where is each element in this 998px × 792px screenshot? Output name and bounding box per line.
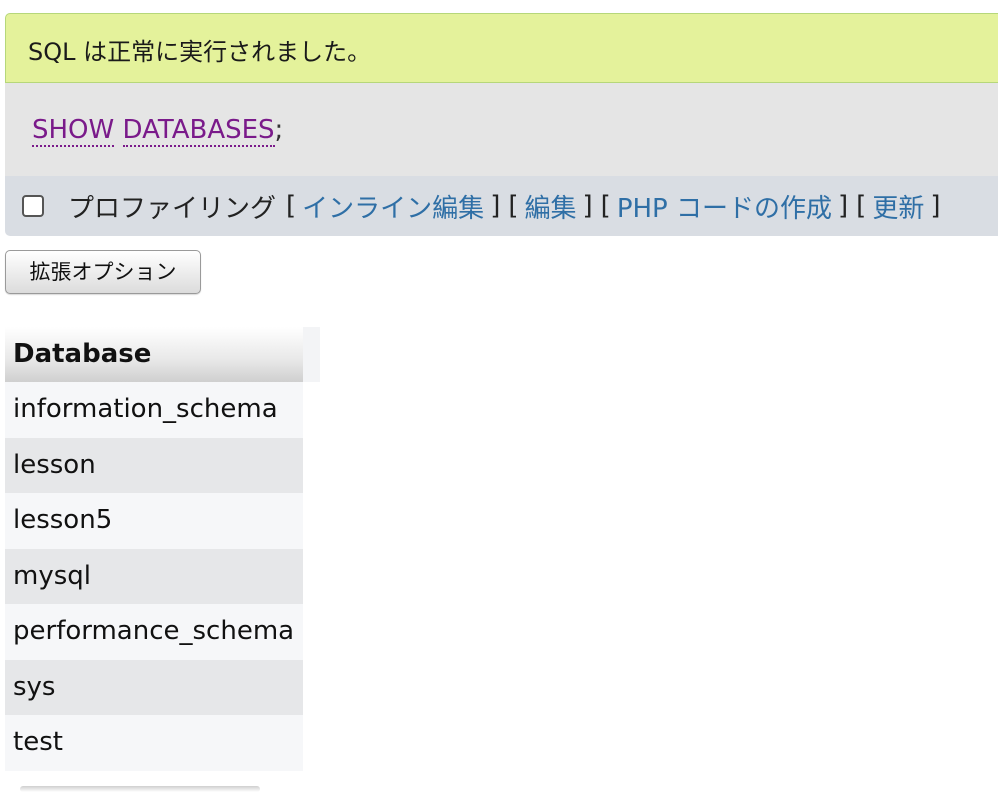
success-message: SQL は正常に実行されました。 <box>28 38 372 66</box>
bracket-close: ] <box>838 191 849 221</box>
table-row[interactable]: lesson <box>5 437 303 493</box>
bracket-open: [ <box>600 191 611 221</box>
sql-keyword-show[interactable]: SHOW <box>32 115 115 147</box>
query-tools: プロファイリング [ インライン編集 ] [ 編集 ] [ PHP コードの作成… <box>22 188 941 224</box>
table-row[interactable]: test <box>5 715 303 771</box>
next-element-edge <box>20 786 260 792</box>
results-table: Database information_schema lesson lesso… <box>5 327 303 771</box>
bracket-open: [ <box>856 191 867 221</box>
query-tools-bar: プロファイリング [ インライン編集 ] [ 編集 ] [ PHP コードの作成… <box>5 176 998 236</box>
success-message-box: SQL は正常に実行されました。 <box>5 13 998 83</box>
create-php-code-link[interactable]: PHP コードの作成 <box>617 188 832 225</box>
table-row[interactable]: mysql <box>5 548 303 604</box>
sql-query-box: SHOW DATABASES; <box>5 83 998 176</box>
profiling-checkbox[interactable] <box>22 195 44 217</box>
table-row[interactable]: sys <box>5 659 303 715</box>
extended-options-button[interactable]: 拡張オプション <box>5 250 201 294</box>
bracket-close: ] <box>490 191 501 221</box>
bracket-open: [ <box>286 191 297 221</box>
sql-keyword-databases[interactable]: DATABASES <box>122 115 275 147</box>
profiling-label: プロファイリング <box>68 193 277 224</box>
table-row[interactable]: information_schema <box>5 382 303 438</box>
refresh-link[interactable]: 更新 <box>872 188 924 225</box>
inline-edit-link[interactable]: インライン編集 <box>302 188 484 225</box>
bracket-open: [ <box>508 191 519 221</box>
query-results-page: SQL は正常に実行されました。 SHOW DATABASES; プロファイリン… <box>0 0 998 792</box>
edit-link[interactable]: 編集 <box>525 188 577 225</box>
table-row[interactable]: performance_schema <box>5 604 303 660</box>
table-row[interactable]: lesson5 <box>5 493 303 549</box>
bracket-close: ] <box>930 191 941 221</box>
sql-query: SHOW DATABASES; <box>32 113 283 147</box>
bracket-close: ] <box>582 191 593 221</box>
column-header-database[interactable]: Database <box>5 327 303 382</box>
sql-terminator: ; <box>274 115 284 145</box>
